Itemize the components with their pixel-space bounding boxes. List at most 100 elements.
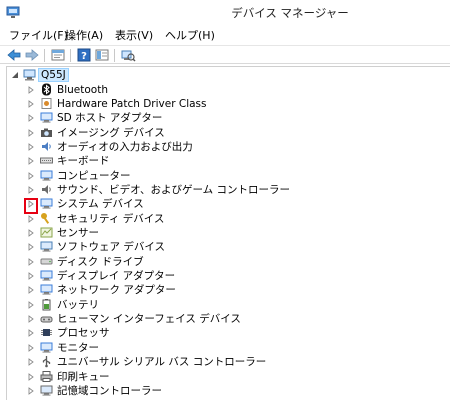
monitor-icon: [40, 342, 53, 353]
network-adapter-icon: [40, 284, 53, 296]
sensor-icon: [40, 227, 53, 238]
bluetooth-icon: [42, 83, 51, 95]
battery-icon: [42, 298, 51, 311]
tree-item-label: オーディオの入力および出力: [57, 140, 193, 153]
scan-hardware-icon[interactable]: [120, 47, 136, 63]
properties-icon[interactable]: [50, 47, 66, 63]
toolbar-separator: [44, 49, 45, 62]
tree-item[interactable]: キーボード: [7, 154, 427, 168]
tree-item-label: ユニバーサル シリアル バス コントローラー: [57, 356, 267, 369]
view-icon[interactable]: [94, 47, 110, 63]
tree-item-label: セキュリティ デバイス: [57, 212, 165, 225]
tree-item-label: SD ホスト アダプター: [57, 112, 163, 125]
toolbar-separator: [70, 49, 71, 62]
back-arrow-icon[interactable]: [6, 47, 22, 63]
storage-controller-icon: [40, 385, 53, 396]
menu-help[interactable]: ヘルプ(H): [162, 28, 218, 44]
svg-text:?: ?: [81, 51, 87, 62]
computer-root-icon: [23, 69, 36, 81]
expand-arrow-icon[interactable]: [27, 372, 35, 381]
tree-item[interactable]: Hardware Patch Driver Class: [7, 97, 427, 111]
tree-item[interactable]: ユニバーサル シリアル バス コントローラー: [7, 355, 427, 369]
tree-root[interactable]: Q55J: [7, 68, 207, 82]
expand-arrow-icon[interactable]: [27, 257, 35, 266]
tree-item-label: 記憶域コントローラー: [57, 384, 162, 397]
tree-item[interactable]: プロセッサ: [7, 326, 427, 340]
expand-arrow-icon[interactable]: [27, 386, 35, 395]
tree-item[interactable]: SD ホスト アダプター: [7, 111, 427, 125]
expand-arrow-icon[interactable]: [27, 329, 35, 338]
expand-arrow-icon[interactable]: [27, 128, 35, 137]
expand-arrow-icon[interactable]: [27, 343, 35, 352]
expand-arrow-icon[interactable]: [27, 142, 35, 151]
tree-item-label: ネットワーク アダプター: [57, 284, 176, 297]
tree-item[interactable]: モニター: [7, 341, 427, 355]
tree-item[interactable]: Bluetooth: [7, 83, 427, 97]
tree-item[interactable]: ヒューマン インターフェイス デバイス: [7, 312, 427, 326]
tree-item[interactable]: 印刷キュー: [7, 370, 427, 384]
tree-item[interactable]: セキュリティ デバイス: [7, 212, 427, 226]
tree-item[interactable]: システム デバイス: [7, 197, 427, 211]
expand-arrow-icon[interactable]: [27, 157, 35, 166]
expand-arrow-icon[interactable]: [27, 286, 35, 295]
device-tree: Q55J Bluetooth Hardware Patch Driver Clas…: [6, 66, 450, 400]
menu-action[interactable]: 操作(A): [62, 28, 106, 44]
tree-item[interactable]: バッテリ: [7, 298, 427, 312]
title-bar: デバイス マネージャー: [0, 0, 450, 26]
expand-arrow-icon[interactable]: [27, 214, 35, 223]
software-device-icon: [40, 241, 53, 253]
expand-arrow-icon[interactable]: [27, 358, 35, 367]
system-device-icon: [40, 198, 53, 209]
hid-icon: [40, 316, 53, 323]
tree-item[interactable]: センサー: [7, 226, 427, 240]
tree-item-label: イメージング デバイス: [57, 126, 165, 139]
tree-item-label: プロセッサ: [57, 327, 110, 340]
tree-item[interactable]: ディスク ドライブ: [7, 255, 427, 269]
menu-bar: ファイル(F) 操作(A) 表示(V) ヘルプ(H): [0, 26, 450, 46]
expand-arrow-icon[interactable]: [27, 171, 35, 180]
tree-item-label: Bluetooth: [57, 83, 108, 96]
tree-item[interactable]: オーディオの入力および出力: [7, 140, 427, 154]
window-title: デバイス マネージャー: [231, 6, 349, 20]
toolbar: ?: [0, 45, 450, 64]
computer-icon: [40, 170, 53, 181]
tree-root-label: Q55J: [38, 68, 69, 82]
key-icon: [41, 212, 50, 224]
tree-item-label: ディスプレイ アダプター: [57, 270, 176, 283]
tree-item[interactable]: イメージング デバイス: [7, 126, 427, 140]
expand-arrow-icon[interactable]: [27, 243, 35, 252]
menu-view[interactable]: 表示(V): [112, 28, 156, 44]
tree-item-label: システム デバイス: [57, 198, 144, 211]
tree-item[interactable]: サウンド、ビデオ、およびゲーム コントローラー: [7, 183, 427, 197]
tree-item-label: バッテリ: [57, 298, 99, 311]
camera-icon: [41, 128, 52, 137]
sound-icon: [42, 184, 51, 194]
tree-item-label: Hardware Patch Driver Class: [57, 97, 207, 110]
keyboard-icon: [40, 157, 53, 164]
expand-arrow-icon[interactable]: [27, 315, 35, 323]
usb-icon: [42, 356, 51, 368]
expand-arrow-icon[interactable]: [27, 229, 35, 237]
tree-item[interactable]: 記憶域コントローラー: [7, 384, 427, 398]
toolbar-separator: [114, 49, 115, 62]
tree-item-label: コンピューター: [57, 169, 131, 182]
expand-arrow-icon[interactable]: [27, 99, 35, 108]
forward-arrow-icon[interactable]: [24, 47, 40, 63]
tree-item[interactable]: ソフトウェア デバイス: [7, 240, 427, 254]
tree-item[interactable]: ディスプレイ アダプター: [7, 269, 427, 283]
processor-icon: [41, 329, 52, 337]
disk-drive-icon: [40, 258, 53, 265]
expand-arrow-icon[interactable]: [27, 85, 35, 94]
help-icon[interactable]: ?: [76, 47, 92, 63]
tree-item-label: サウンド、ビデオ、およびゲーム コントローラー: [57, 183, 290, 196]
expand-arrow-icon[interactable]: [27, 272, 35, 280]
tree-item[interactable]: コンピューター: [7, 169, 427, 183]
expand-arrow-icon[interactable]: [27, 186, 35, 194]
tree-item-label: ディスク ドライブ: [57, 255, 144, 268]
tree-item-label: ヒューマン インターフェイス デバイス: [57, 313, 241, 326]
collapse-arrow-icon[interactable]: [11, 71, 19, 79]
highlight-box: [24, 198, 38, 214]
expand-arrow-icon[interactable]: [27, 114, 35, 123]
tree-item[interactable]: ネットワーク アダプター: [7, 283, 427, 297]
expand-arrow-icon[interactable]: [27, 300, 35, 309]
